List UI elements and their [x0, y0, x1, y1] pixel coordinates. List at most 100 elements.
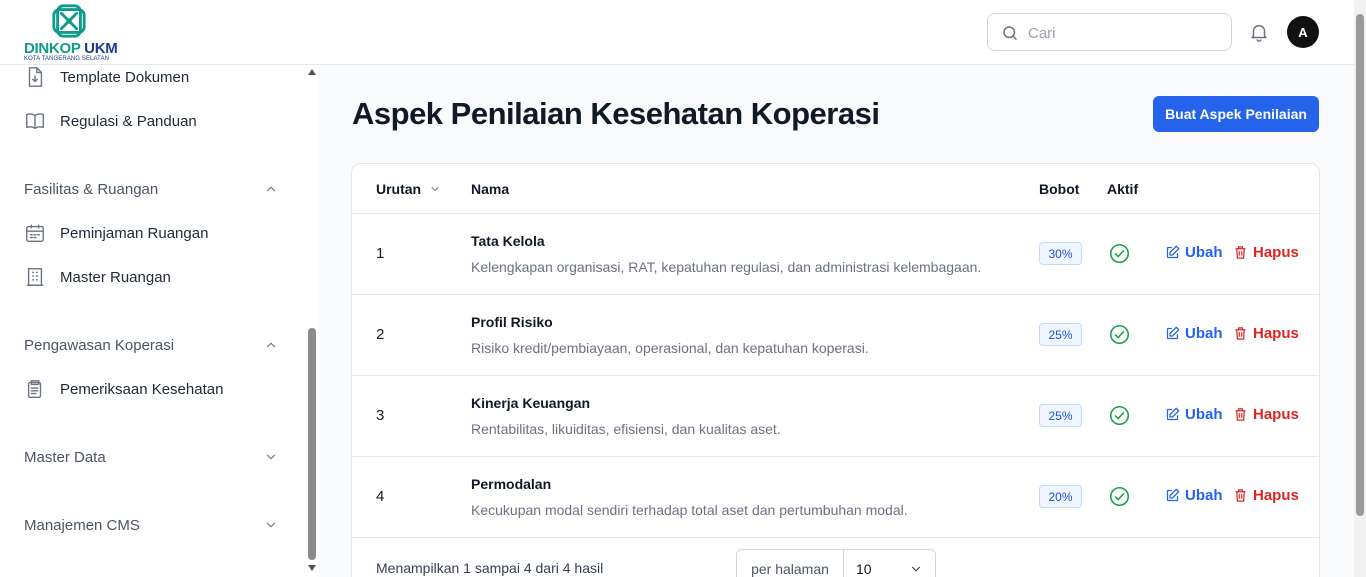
trash-icon: [1235, 408, 1246, 421]
brand-name: DINKOP UKM: [24, 40, 118, 57]
cell-nama: Profil Risiko: [471, 314, 553, 330]
search-box: [987, 13, 1232, 51]
cell-urutan: 1: [376, 245, 385, 262]
sidebar-item-pemeriksaan-kesehatan[interactable]: Pemeriksaan Kesehatan: [24, 377, 223, 401]
delete-button[interactable]: Hapus: [1233, 325, 1299, 342]
sidebar: Template Dokumen Regulasi & Panduan Fasi…: [0, 65, 305, 577]
book-open-icon: [26, 113, 44, 130]
calendar-icon: [26, 224, 44, 242]
page-scrollbar-thumb[interactable]: [1356, 14, 1364, 516]
delete-button[interactable]: Hapus: [1233, 487, 1299, 504]
sidebar-section-label: Fasilitas & Ruangan: [24, 180, 159, 198]
brand-subtitle: KOTA TANGERANG SELATAN: [24, 56, 109, 62]
edit-icon: [1166, 326, 1180, 340]
check-circle-icon: [1109, 486, 1130, 507]
cell-urutan: 4: [376, 488, 385, 505]
delete-label: Hapus: [1253, 325, 1299, 342]
trash-icon: [1235, 246, 1246, 259]
sort-chevron-down-icon: [431, 187, 439, 191]
table-row: 2 Profil Risiko Risiko kredit/pembiayaan…: [352, 294, 1319, 375]
clipboard-icon: [27, 380, 42, 398]
edit-button[interactable]: Ubah: [1165, 244, 1223, 261]
cell-deskripsi: Rentabilitas, likuiditas, efisiensi, dan…: [471, 421, 781, 437]
table-row: 1 Tata Kelola Kelengkapan organisasi, RA…: [352, 213, 1319, 294]
cell-urutan: 3: [376, 407, 385, 424]
edit-button[interactable]: Ubah: [1165, 406, 1223, 423]
sidebar-item-peminjaman-ruangan[interactable]: Peminjaman Ruangan: [24, 221, 208, 245]
brand-logo[interactable]: DINKOP UKM KOTA TANGERANG SELATAN: [24, 2, 124, 62]
sidebar-item-template-dokumen[interactable]: Template Dokumen: [24, 65, 189, 89]
sidebar-item-label: Pemeriksaan Kesehatan: [60, 380, 224, 398]
table-row: 3 Kinerja Keuangan Rentabilitas, likuidi…: [352, 375, 1319, 456]
weight-badge: 25%: [1039, 404, 1082, 427]
column-header-bobot: Bobot: [1039, 181, 1080, 197]
bell-icon[interactable]: [1248, 21, 1270, 43]
check-circle-icon: [1109, 324, 1130, 345]
sidebar-item-label: Master Ruangan: [60, 268, 171, 286]
per-page-value[interactable]: 10: [844, 550, 935, 577]
sidebar-section-pengawasan-koperasi[interactable]: Pengawasan Koperasi: [24, 333, 278, 357]
edit-button[interactable]: Ubah: [1165, 325, 1223, 342]
edit-button[interactable]: Ubah: [1165, 487, 1223, 504]
scroll-up-arrow[interactable]: [308, 69, 316, 75]
scroll-down-arrow[interactable]: [308, 565, 316, 571]
sidebar-section-label: Master Data: [24, 448, 106, 466]
trash-icon: [1235, 489, 1246, 502]
delete-button[interactable]: Hapus: [1233, 244, 1299, 261]
top-header: DINKOP UKM KOTA TANGERANG SELATAN A: [0, 0, 1354, 65]
per-page-select[interactable]: per halaman 10: [736, 549, 936, 577]
search-icon: [1003, 26, 1017, 40]
sidebar-item-master-ruangan[interactable]: Master Ruangan: [24, 265, 171, 289]
page-title: Aspek Penilaian Kesehatan Koperasi: [352, 96, 880, 131]
weight-badge: 30%: [1039, 242, 1082, 265]
page-scrollbar[interactable]: [1354, 0, 1366, 577]
sidebar-item-regulasi-panduan[interactable]: Regulasi & Panduan: [24, 109, 197, 133]
sidebar-item-label: Regulasi & Panduan: [60, 112, 197, 130]
edit-label: Ubah: [1185, 244, 1223, 261]
cell-deskripsi: Risiko kredit/pembiayaan, operasional, d…: [471, 340, 869, 356]
user-avatar[interactable]: A: [1287, 16, 1319, 48]
edit-label: Ubah: [1185, 406, 1223, 423]
cell-nama: Permodalan: [471, 476, 552, 492]
column-header-aktif: Aktif: [1107, 181, 1139, 197]
create-aspect-button[interactable]: Buat Aspek Penilaian: [1153, 96, 1319, 132]
edit-label: Ubah: [1185, 487, 1223, 504]
cell-nama: Kinerja Keuangan: [471, 395, 591, 411]
aspect-table: Urutan Nama Bobot Aktif 1 Tata Kelola Ke…: [351, 163, 1320, 577]
chevron-up-icon: [266, 186, 276, 192]
pagination-summary: Menampilkan 1 sampai 4 dari 4 hasil: [376, 560, 604, 576]
document-download-icon: [28, 67, 43, 87]
column-header-nama: Nama: [471, 181, 510, 197]
cell-urutan: 2: [376, 326, 385, 343]
sidebar-scrollbar-thumb[interactable]: [308, 328, 316, 560]
column-header-label: Urutan: [376, 181, 422, 197]
table-footer: Menampilkan 1 sampai 4 dari 4 hasil per …: [352, 537, 1319, 577]
edit-label: Ubah: [1185, 325, 1223, 342]
building-icon: [26, 268, 44, 286]
per-page-label: per halaman: [737, 550, 844, 577]
column-header-urutan[interactable]: Urutan: [376, 181, 441, 197]
chevron-down-icon: [911, 566, 921, 572]
chevron-up-icon: [266, 342, 276, 348]
sidebar-item-label: Peminjaman Ruangan: [60, 224, 209, 242]
chevron-down-icon: [266, 454, 276, 460]
weight-badge: 20%: [1039, 485, 1082, 508]
weight-badge: 25%: [1039, 323, 1082, 346]
edit-icon: [1166, 488, 1180, 502]
sidebar-section-label: Pengawasan Koperasi: [24, 336, 175, 354]
check-circle-icon: [1109, 405, 1130, 426]
check-circle-icon: [1109, 243, 1130, 264]
per-page-value-text: 10: [856, 561, 872, 577]
sidebar-item-label: Template Dokumen: [60, 68, 190, 86]
chevron-down-icon: [266, 522, 276, 528]
cell-deskripsi: Kelengkapan organisasi, RAT, kepatuhan r…: [471, 259, 982, 275]
sidebar-section-master-data[interactable]: Master Data: [24, 445, 278, 469]
sidebar-section-manajemen-cms[interactable]: Manajemen CMS: [24, 513, 278, 537]
delete-button[interactable]: Hapus: [1233, 406, 1299, 423]
search-input[interactable]: [1028, 22, 1223, 44]
edit-icon: [1166, 245, 1180, 259]
sidebar-scrollbar[interactable]: [305, 65, 319, 577]
sidebar-section-fasilitas-ruangan[interactable]: Fasilitas & Ruangan: [24, 177, 278, 201]
table-row: 4 Permodalan Kecukupan modal sendiri ter…: [352, 456, 1319, 537]
trash-icon: [1235, 327, 1246, 340]
